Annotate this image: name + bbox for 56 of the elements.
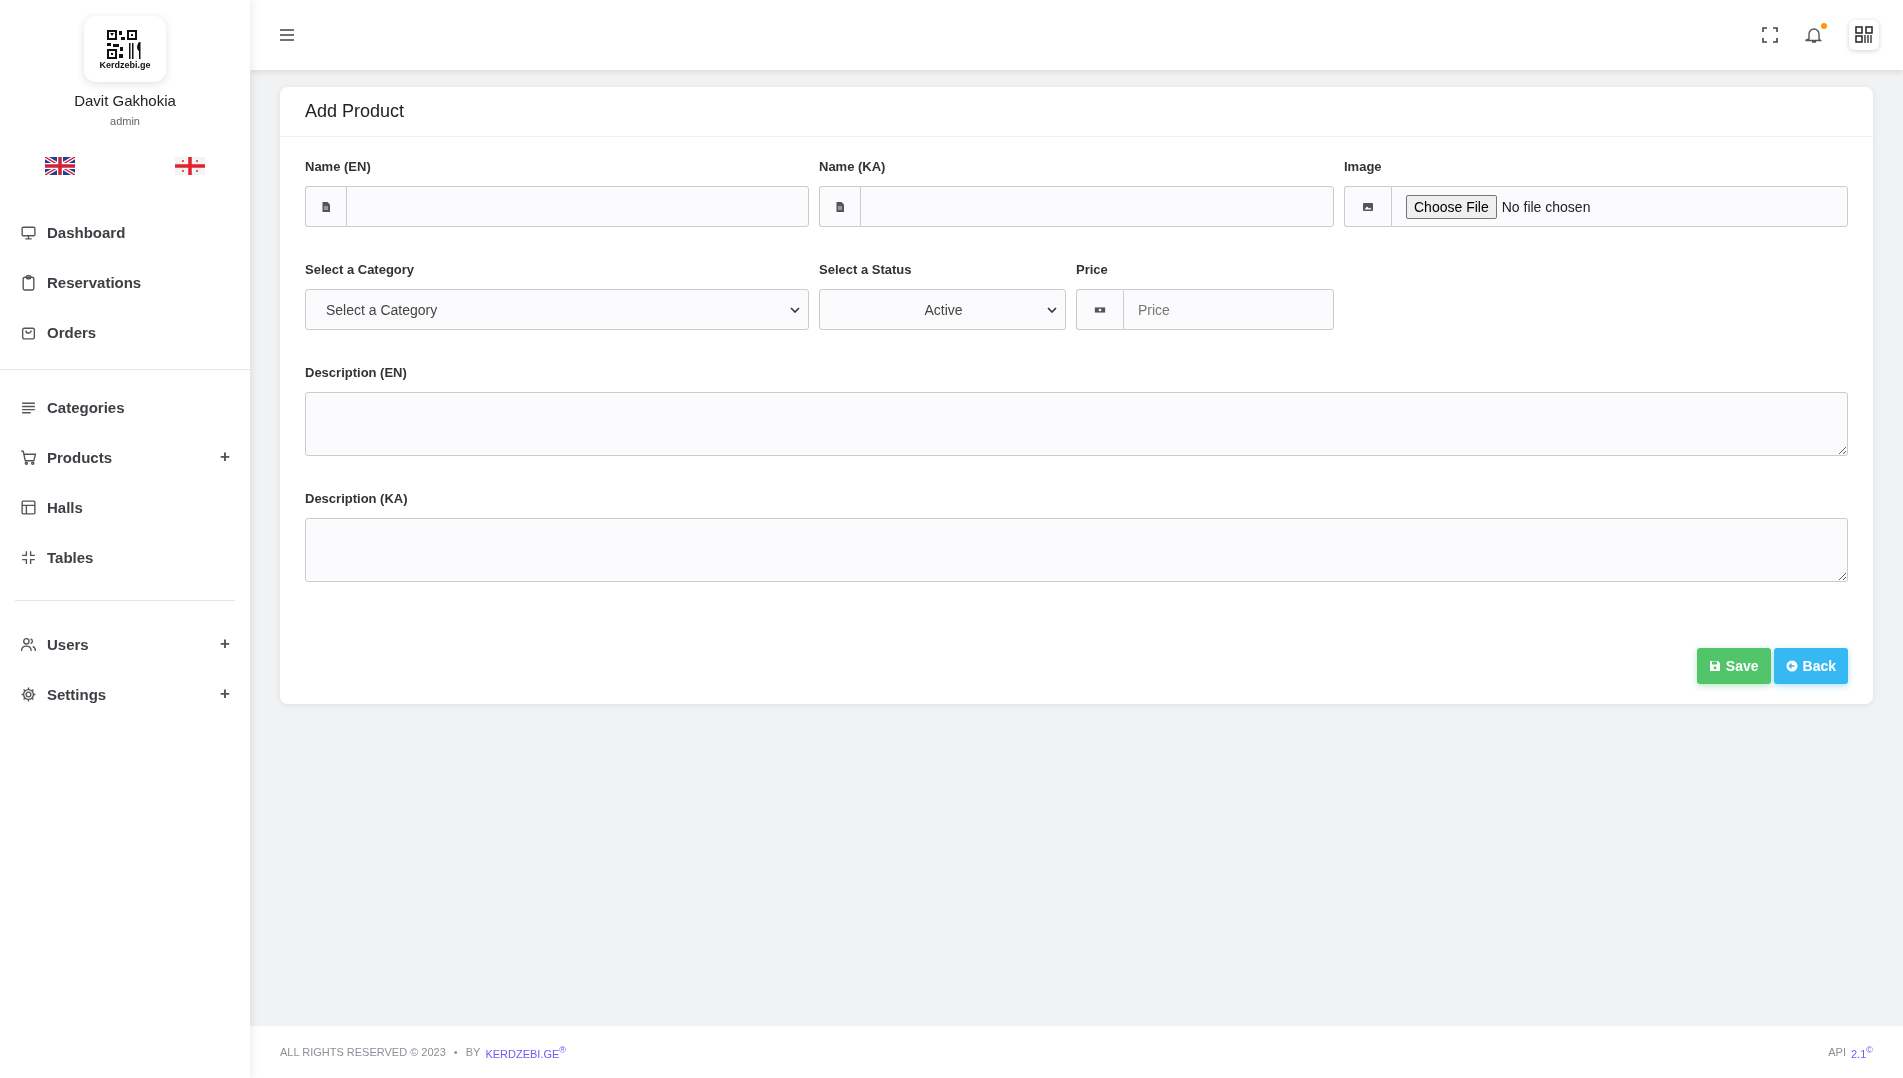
field-label: Name (KA) xyxy=(819,159,887,174)
field-label: Description (EN) xyxy=(305,365,408,380)
separator-dot: • xyxy=(453,1046,458,1058)
menu-icon[interactable] xyxy=(278,26,296,44)
name-input-field[interactable] xyxy=(860,186,1334,227)
brand-link[interactable]: KERDZEBI.GE$^{®}$ xyxy=(485,1044,567,1060)
copyright-text: ALL RIGHTS RESERVED © 2023 xyxy=(280,1046,446,1058)
field-label: Select a Status xyxy=(819,262,913,277)
nav-item[interactable]: Users + xyxy=(0,619,250,669)
category-select[interactable]: Select a Category xyxy=(305,289,809,330)
monitor-icon xyxy=(20,223,37,241)
gear-icon xyxy=(20,685,37,703)
by-text: BY xyxy=(465,1046,481,1058)
fullscreen-icon[interactable] xyxy=(1761,26,1779,44)
nav-item[interactable]: Products + xyxy=(0,432,250,482)
choose-file-button[interactable]: Choose File xyxy=(1406,194,1497,219)
nav-item[interactable]: Orders xyxy=(0,307,250,357)
api-version: 2.1$^{©}$ xyxy=(1850,1044,1873,1060)
field-label: Image xyxy=(1344,159,1383,174)
expand-toggle[interactable]: + xyxy=(216,684,234,704)
name-input-field[interactable] xyxy=(346,186,809,227)
file-status: No file chosen xyxy=(1501,198,1591,215)
document-icon xyxy=(320,200,332,213)
nav-item[interactable]: Categories xyxy=(0,382,250,432)
api-label: API xyxy=(1828,1046,1846,1058)
chevron-down-icon xyxy=(790,306,800,313)
avatar[interactable] xyxy=(1849,20,1879,50)
bell-icon[interactable] xyxy=(1805,26,1823,44)
collapse-arrows-icon xyxy=(20,548,37,566)
uk-flag-icon[interactable] xyxy=(45,157,75,175)
logo-text: Kerdzebi.ge xyxy=(99,60,151,70)
card-title: Add Product xyxy=(305,101,406,122)
field-label: Description (KA) xyxy=(305,491,409,506)
table-icon xyxy=(20,498,37,516)
users-icon xyxy=(20,635,37,653)
expand-toggle[interactable]: + xyxy=(216,447,234,467)
georgia-flag-icon[interactable] xyxy=(175,157,205,175)
status-select[interactable]: Active xyxy=(819,289,1066,330)
field-label: Name (EN) xyxy=(305,159,372,174)
nav-item[interactable]: Reservations xyxy=(0,257,250,307)
image-icon xyxy=(1362,200,1374,213)
nav-item[interactable]: Dashboard xyxy=(0,207,250,257)
user-name: Davit Gakhokia xyxy=(74,92,176,109)
clipboard-icon xyxy=(20,273,37,291)
price-input-field[interactable]: Price xyxy=(1123,289,1334,330)
cart-icon xyxy=(20,448,37,466)
user-role: admin xyxy=(110,115,140,127)
nav-item[interactable]: Tables xyxy=(0,532,250,582)
field-label: Select a Category xyxy=(305,262,416,277)
chevron-down-icon xyxy=(1047,306,1057,313)
expand-toggle[interactable]: + xyxy=(216,634,234,654)
nav-item[interactable]: Settings + xyxy=(0,669,250,719)
document-icon xyxy=(834,200,846,213)
arrow-left-circle-icon xyxy=(1785,660,1798,672)
nav-item[interactable]: Halls xyxy=(0,482,250,532)
field-label: Price xyxy=(1076,262,1109,277)
